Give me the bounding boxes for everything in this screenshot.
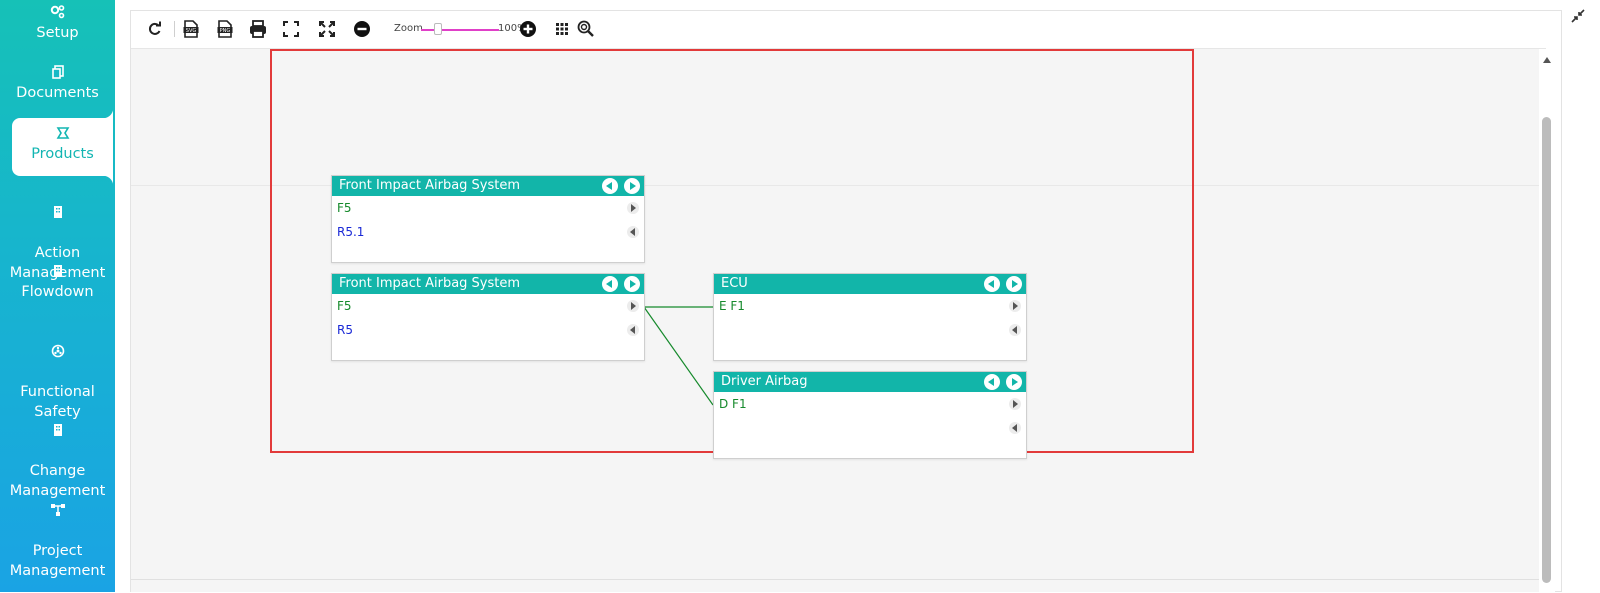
toolbar-separator [174, 21, 175, 37]
expand-right-icon[interactable] [1006, 374, 1022, 390]
node-row [714, 318, 1026, 342]
hierarchy-icon [50, 504, 65, 516]
sidebar-item-label: Setup [36, 25, 79, 41]
diagram-node[interactable]: ECU E F1 [713, 273, 1027, 361]
zoom-slider[interactable] [421, 29, 499, 31]
sidebar-item-label: Products [31, 146, 94, 162]
input-port-icon[interactable] [1009, 324, 1021, 336]
svg-text:SVG: SVG [186, 28, 197, 34]
sidebar-item-functional-safety[interactable]: Functional Safety [0, 323, 115, 420]
collapse-left-icon[interactable] [984, 374, 1000, 390]
expand-right-icon[interactable] [624, 178, 640, 194]
node-row: D F1 [714, 392, 1026, 416]
sidebar-item-action-management[interactable]: Action Management [0, 184, 115, 281]
output-port-icon[interactable] [627, 202, 639, 214]
sidebar-item-label: Flowdown [21, 284, 94, 300]
expand-right-icon[interactable] [624, 276, 640, 292]
zoom-out-icon[interactable] [352, 19, 372, 39]
export-png-icon[interactable]: PNG [215, 19, 235, 39]
node-header: Front Impact Airbag System [332, 274, 644, 294]
collapse-left-icon[interactable] [602, 276, 618, 292]
input-port-icon[interactable] [1009, 422, 1021, 434]
refresh-icon[interactable] [145, 19, 165, 39]
diagram-node[interactable]: Front Impact Airbag System F5 R5.1 [331, 175, 645, 263]
sidebar-item-flowdown[interactable]: Flowdown [0, 263, 115, 307]
diagram-panel: SVG PNG Zoom 100% Front Impact Airbag Sy… [130, 10, 1562, 592]
node-row-label: F5 [337, 299, 352, 313]
expand-right-icon[interactable] [1006, 276, 1022, 292]
sidebar-item-label: Project Management [9, 543, 106, 579]
node-title: Front Impact Airbag System [339, 276, 521, 291]
print-icon[interactable] [248, 19, 268, 39]
search-zoom-icon[interactable] [576, 19, 596, 39]
products-icon [56, 127, 69, 139]
node-header: Driver Airbag [714, 372, 1026, 392]
output-port-icon[interactable] [1009, 398, 1021, 410]
sidebar-item-documents[interactable]: Documents [0, 64, 115, 108]
node-row-label: F5 [337, 201, 352, 215]
output-port-icon[interactable] [1009, 300, 1021, 312]
collapse-icon[interactable] [1570, 8, 1586, 24]
node-row: F5 [332, 294, 644, 318]
node-title: Front Impact Airbag System [339, 178, 521, 193]
vertical-scrollbar[interactable] [1539, 49, 1555, 592]
node-row-label: R5.1 [337, 225, 365, 239]
output-port-icon[interactable] [627, 300, 639, 312]
node-row [714, 416, 1026, 440]
input-port-icon[interactable] [627, 226, 639, 238]
canvas-guide-line [131, 579, 1546, 580]
zoom-slider-handle[interactable] [434, 23, 442, 35]
node-header: Front Impact Airbag System [332, 176, 644, 196]
documents-icon [51, 65, 64, 79]
export-svg-icon[interactable]: SVG [181, 19, 201, 39]
node-row: R5.1 [332, 220, 644, 244]
node-row: E F1 [714, 294, 1026, 318]
node-title: ECU [721, 276, 748, 291]
node-row: R5 [332, 318, 644, 342]
building-icon [53, 265, 62, 277]
sidebar: Setup Documents Products Action Manageme… [0, 0, 115, 592]
node-title: Driver Airbag [721, 374, 808, 389]
gears-icon [50, 5, 64, 19]
sidebar-item-project-management[interactable]: Project Management [0, 482, 115, 579]
sidebar-item-change-management[interactable]: Change Management [0, 402, 115, 499]
fullscreen-icon[interactable] [281, 19, 301, 39]
collapse-left-icon[interactable] [602, 178, 618, 194]
node-row-label: D F1 [719, 397, 747, 411]
sidebar-item-products[interactable]: Products [12, 108, 113, 186]
collapse-left-icon[interactable] [984, 276, 1000, 292]
grid-icon[interactable] [552, 19, 572, 39]
sidebar-item-setup[interactable]: Setup [0, 4, 115, 48]
node-header: ECU [714, 274, 1026, 294]
node-row: F5 [332, 196, 644, 220]
diagram-toolbar: SVG PNG Zoom 100% [131, 11, 1546, 49]
sidebar-item-label: Documents [16, 85, 99, 101]
diagram-node[interactable]: Driver Airbag D F1 [713, 371, 1027, 459]
input-port-icon[interactable] [627, 324, 639, 336]
diagram-node[interactable]: Front Impact Airbag System F5 R5 [331, 273, 645, 361]
zoom-in-icon[interactable] [518, 19, 538, 39]
fit-to-screen-icon[interactable] [317, 19, 337, 39]
node-row-label: E F1 [719, 299, 745, 313]
scroll-up-icon[interactable] [1543, 57, 1551, 63]
hazard-icon [51, 344, 64, 358]
node-row-label: R5 [337, 323, 353, 337]
scrollbar-thumb[interactable] [1542, 117, 1551, 583]
building-icon [53, 424, 62, 436]
svg-text:PNG: PNG [220, 28, 231, 34]
zoom-label: Zoom [394, 23, 423, 34]
building-icon [53, 206, 62, 218]
